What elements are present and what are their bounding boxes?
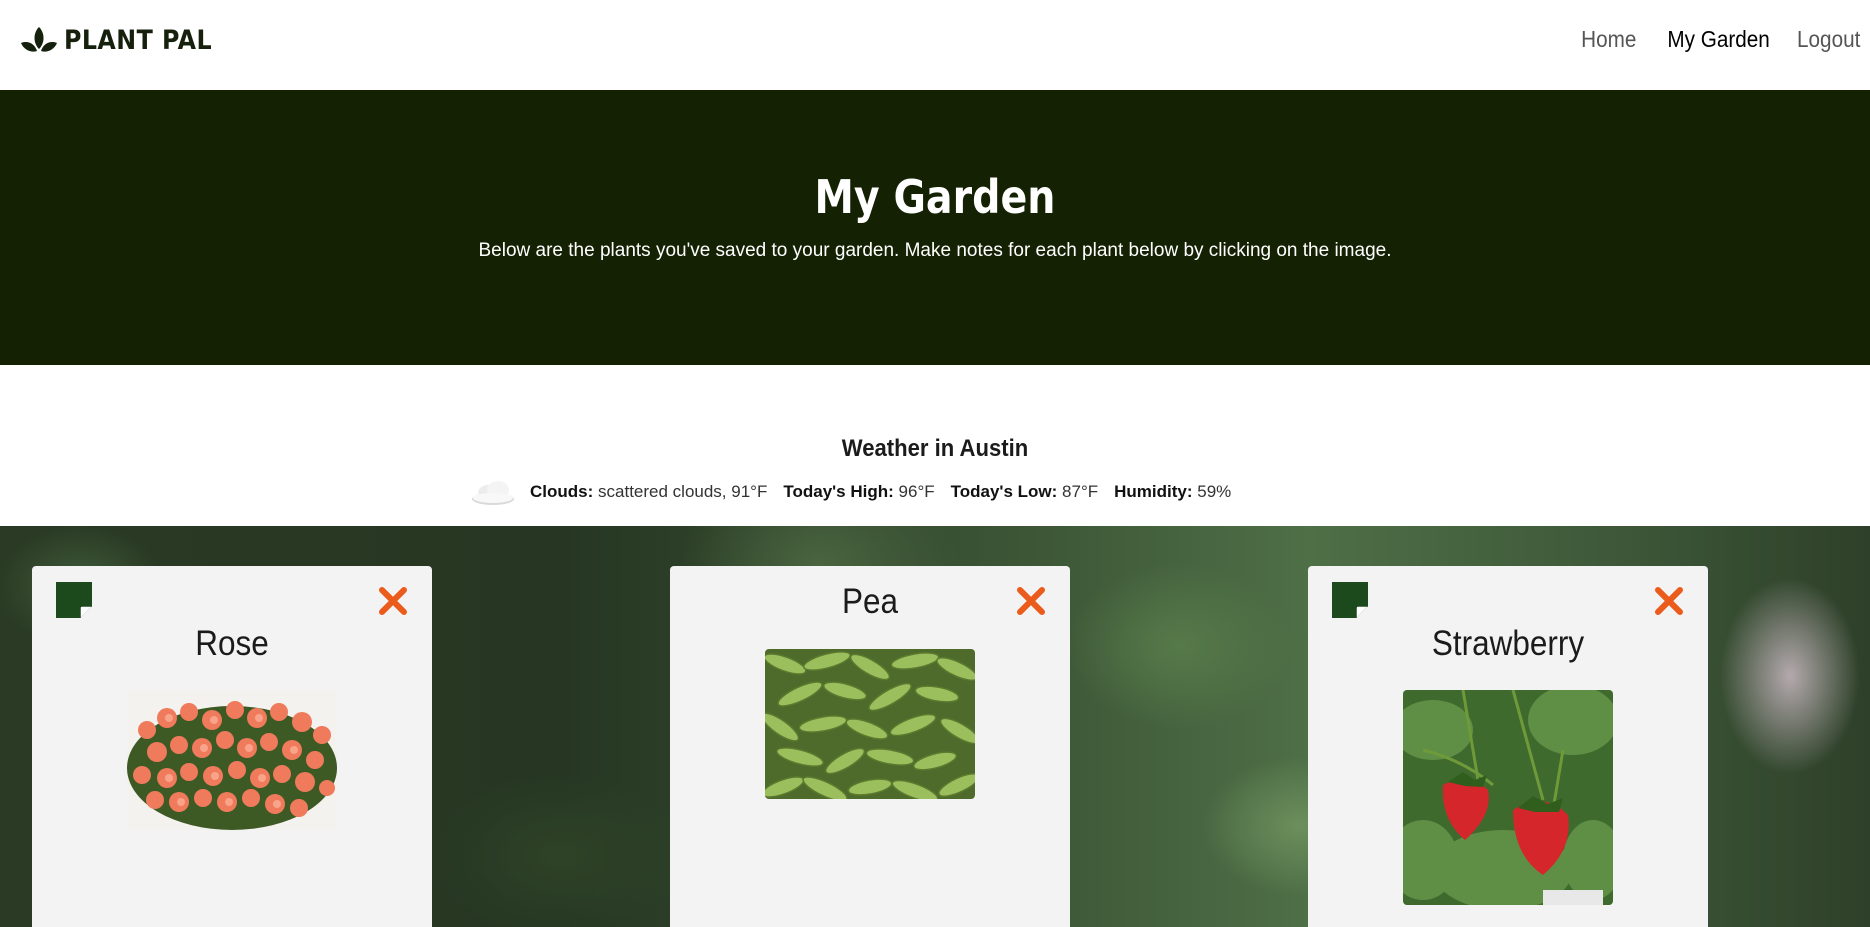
page-title: My Garden [814,170,1056,224]
pea-pods-image[interactable] [765,649,975,799]
strawberries-image[interactable] [1403,690,1613,905]
navbar: PLANT PAL Home My Garden Logout [0,0,1870,90]
clouds-value: scattered clouds, 91°F [598,482,768,501]
plant-card-pea: Pea [670,566,1070,927]
weather-low: Today's Low: 87°F [951,482,1099,502]
weather-humidity: Humidity: 59% [1114,482,1231,502]
leaves-icon [21,27,57,52]
garden-section: Rose Pea Strawberry [0,526,1870,927]
nav-home-link[interactable]: Home [1581,26,1636,53]
clouds-label: Clouds: [530,482,594,501]
brand-name: PLANT PAL [64,24,213,56]
weather-high: Today's High: 96°F [783,482,934,502]
humidity-label: Humidity: [1114,482,1193,501]
note-icon[interactable] [1332,582,1368,618]
plant-card-rose: Rose [32,566,432,927]
nav-my-garden-link[interactable]: My Garden [1667,26,1769,53]
note-icon[interactable] [56,582,92,618]
humidity-value: 59% [1197,482,1232,501]
weather-clouds: Clouds: scattered clouds, 91°F [530,482,767,502]
hero-banner: My Garden Below are the plants you've sa… [0,90,1870,365]
plant-card-strawberry: Strawberry [1308,566,1708,927]
nav-logout-link[interactable]: Logout [1797,26,1860,53]
page-subtitle: Below are the plants you've saved to you… [478,240,1392,261]
low-label: Today's Low: [950,482,1058,501]
weather-details: Clouds: scattered clouds, 91°F Today's H… [470,477,1247,507]
high-value: 96°F [898,482,935,501]
high-label: Today's High: [783,482,894,501]
plant-name: Pea [841,582,899,621]
remove-plant-icon[interactable] [1654,586,1684,616]
nav-links: Home My Garden Logout [1555,26,1860,53]
cloud-icon [472,481,514,505]
rose-bush-image[interactable] [127,690,337,830]
remove-plant-icon[interactable] [378,586,408,616]
weather-section: Weather in Austin Clouds: scattered clou… [0,365,1870,526]
brand-logo-link[interactable]: PLANT PAL [20,22,232,58]
plant-name: Rose [195,624,269,663]
weather-title: Weather in Austin [841,435,1029,462]
low-value: 87°F [1062,482,1099,501]
plant-name: Strawberry [1431,624,1585,663]
